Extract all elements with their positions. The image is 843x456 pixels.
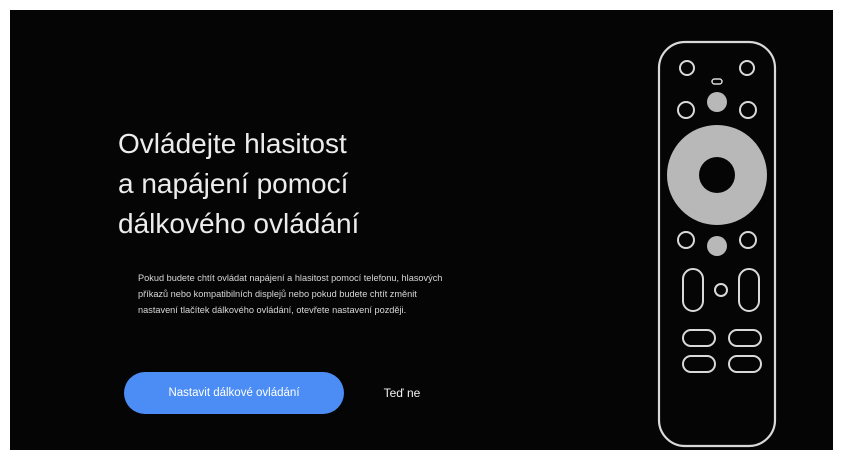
not-now-button[interactable]: Teď ne	[362, 378, 442, 408]
back-button-icon	[677, 101, 695, 119]
remote-control-illustration	[657, 40, 777, 448]
status-led-icon	[711, 78, 723, 85]
settings-button-icon	[739, 231, 757, 249]
guide-button-icon	[677, 231, 695, 249]
mic-button-icon	[707, 236, 727, 256]
assistant-button-icon	[707, 92, 727, 112]
remote-setup-screen: Ovládejte hlasitost a napájení pomocí dá…	[10, 10, 833, 450]
channel-rocker-icon	[738, 268, 760, 312]
shortcut-button-4-icon	[728, 355, 762, 373]
dpad-center-button-icon	[699, 157, 735, 193]
description-text: Pokud budete chtít ovládat napájení a hl…	[138, 273, 443, 315]
setup-remote-button[interactable]: Nastavit dálkové ovládání	[124, 372, 344, 414]
shortcut-button-1-icon	[682, 329, 716, 347]
input-button-icon	[739, 60, 755, 76]
mute-button-icon	[714, 283, 728, 297]
shortcut-button-3-icon	[682, 355, 716, 373]
home-button-icon	[739, 101, 757, 119]
power-button-icon	[679, 60, 695, 76]
volume-rocker-icon	[682, 268, 704, 312]
page-title: Ovládejte hlasitost a napájení pomocí dá…	[118, 128, 360, 239]
shortcut-button-2-icon	[728, 329, 762, 347]
